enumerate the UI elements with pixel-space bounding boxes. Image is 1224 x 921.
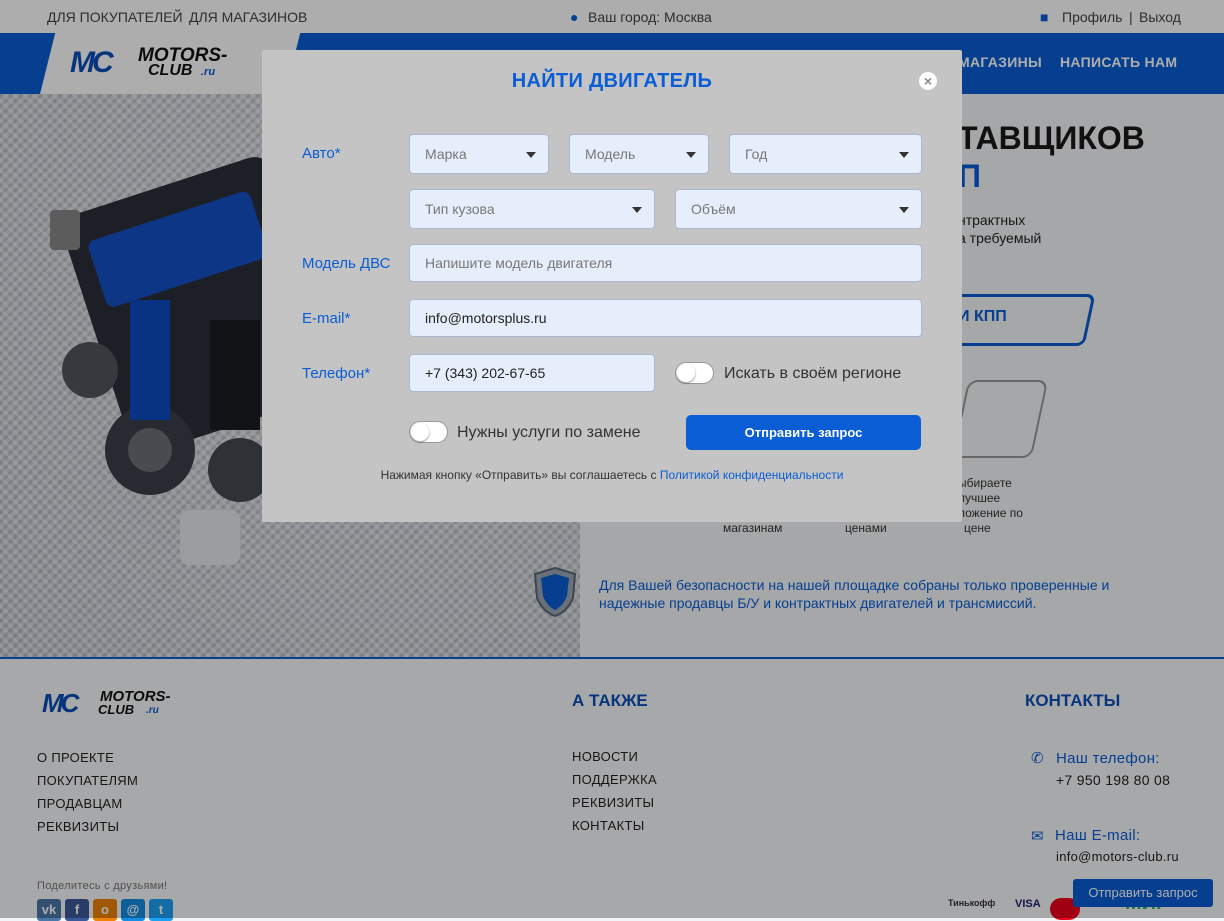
chevron-down-icon bbox=[632, 207, 642, 213]
brand-select[interactable]: Марка bbox=[409, 134, 549, 174]
region-toggle-label: Искать в своём регионе bbox=[724, 365, 902, 382]
body-type-select[interactable]: Тип кузова bbox=[409, 189, 655, 229]
year-select-value: Год bbox=[745, 146, 768, 162]
chevron-down-icon bbox=[526, 152, 536, 158]
replacement-toggle[interactable] bbox=[409, 421, 448, 443]
year-select[interactable]: Год bbox=[729, 134, 922, 174]
phone-input[interactable]: +7 (343) 202-67-65 bbox=[409, 354, 655, 392]
volume-select-value: Объём bbox=[691, 201, 736, 217]
brand-select-value: Марка bbox=[425, 146, 467, 162]
consent-text: Нажимая кнопку «Отправить» вы соглашаете… bbox=[262, 468, 962, 482]
volume-select[interactable]: Объём bbox=[675, 189, 922, 229]
consent-prefix: Нажимая кнопку «Отправить» вы соглашаете… bbox=[380, 468, 657, 482]
model-select[interactable]: Модель bbox=[569, 134, 709, 174]
body-type-select-value: Тип кузова bbox=[425, 201, 495, 217]
send-request-button[interactable]: Отправить запрос bbox=[686, 415, 921, 450]
email-input[interactable]: info@motorsplus.ru bbox=[409, 299, 922, 337]
toggle-knob bbox=[411, 423, 429, 441]
engine-model-input[interactable]: Напишите модель двигателя bbox=[409, 244, 922, 282]
chevron-down-icon bbox=[899, 152, 909, 158]
replacement-toggle-label: Нужны услуги по замене bbox=[457, 424, 641, 441]
label-auto: Авто* bbox=[302, 145, 341, 162]
chevron-down-icon bbox=[899, 207, 909, 213]
toggle-knob bbox=[677, 364, 695, 382]
find-engine-modal: НАЙТИ ДВИГАТЕЛЬ × Авто* Марка Модель Год… bbox=[262, 50, 962, 522]
region-toggle[interactable] bbox=[675, 362, 714, 384]
privacy-policy-link[interactable]: Политикой конфиденциальности bbox=[660, 468, 844, 482]
model-select-value: Модель bbox=[585, 146, 636, 162]
close-icon[interactable]: × bbox=[919, 72, 937, 90]
label-email: E-mail* bbox=[302, 310, 351, 327]
chevron-down-icon bbox=[686, 152, 696, 158]
label-engine-model: Модель ДВС bbox=[302, 255, 391, 272]
modal-title: НАЙТИ ДВИГАТЕЛЬ bbox=[511, 70, 713, 92]
label-phone: Телефон* bbox=[302, 365, 371, 382]
